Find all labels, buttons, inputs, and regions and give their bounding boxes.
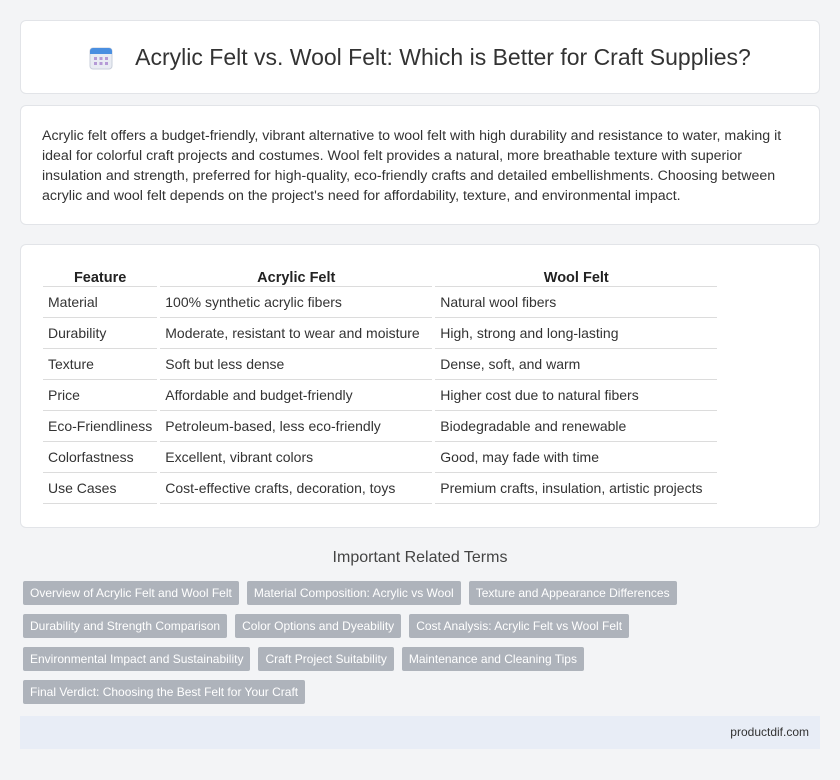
- table-row: Price Affordable and budget-friendly Hig…: [43, 380, 718, 411]
- row-feature: Colorfastness: [43, 442, 158, 473]
- related-terms-title: Important Related Terms: [332, 549, 508, 566]
- row-wool: Dense, soft, and warm: [435, 349, 718, 380]
- row-wool: Natural wool fibers: [435, 287, 718, 318]
- related-terms-list: Overview of Acrylic Felt and Wool Felt M…: [23, 581, 823, 704]
- table-row: Eco-Friendliness Petroleum-based, less e…: [43, 411, 718, 442]
- term-tag[interactable]: Material Composition: Acrylic vs Wool: [246, 581, 461, 605]
- row-feature: Use Cases: [43, 473, 158, 504]
- row-acrylic: Petroleum-based, less eco-friendly: [160, 411, 433, 442]
- row-feature: Material: [43, 287, 158, 318]
- comparison-card: Feature Acrylic Felt Wool Felt Material …: [20, 244, 820, 528]
- footer-site-link[interactable]: productdif.com: [730, 725, 809, 739]
- table-row: Material 100% synthetic acrylic fibers N…: [43, 287, 718, 318]
- term-tag[interactable]: Overview of Acrylic Felt and Wool Felt: [23, 581, 239, 605]
- row-wool: Higher cost due to natural fibers: [435, 380, 718, 411]
- intro-card: Acrylic felt offers a budget-friendly, v…: [20, 105, 820, 225]
- row-acrylic: Cost-effective crafts, decoration, toys: [160, 473, 433, 504]
- table-row: Use Cases Cost-effective crafts, decorat…: [43, 473, 718, 504]
- table-header-row: Feature Acrylic Felt Wool Felt: [43, 265, 718, 287]
- header-wool: Wool Felt: [435, 265, 718, 287]
- title-card: Acrylic Felt vs. Wool Felt: Which is Bet…: [20, 20, 820, 94]
- header-feature: Feature: [43, 265, 158, 287]
- calendar-icon: [89, 46, 113, 70]
- term-tag[interactable]: Environmental Impact and Sustainability: [23, 647, 251, 671]
- table-row: Texture Soft but less dense Dense, soft,…: [43, 349, 718, 380]
- term-tag[interactable]: Cost Analysis: Acrylic Felt vs Wool Felt: [409, 614, 630, 638]
- row-acrylic: Excellent, vibrant colors: [160, 442, 433, 473]
- row-feature: Price: [43, 380, 158, 411]
- intro-text: Acrylic felt offers a budget-friendly, v…: [42, 128, 782, 204]
- term-tag[interactable]: Craft Project Suitability: [258, 647, 394, 671]
- row-wool: High, strong and long-lasting: [435, 318, 718, 349]
- term-tag[interactable]: Texture and Appearance Differences: [468, 581, 677, 605]
- row-wool: Premium crafts, insulation, artistic pro…: [435, 473, 718, 504]
- table-row: Colorfastness Excellent, vibrant colors …: [43, 442, 718, 473]
- header-acrylic: Acrylic Felt: [160, 265, 433, 287]
- row-feature: Eco-Friendliness: [43, 411, 158, 442]
- term-tag[interactable]: Final Verdict: Choosing the Best Felt fo…: [23, 680, 306, 704]
- row-acrylic: Soft but less dense: [160, 349, 433, 380]
- row-acrylic: Moderate, resistant to wear and moisture: [160, 318, 433, 349]
- row-feature: Texture: [43, 349, 158, 380]
- row-wool: Good, may fade with time: [435, 442, 718, 473]
- row-acrylic: 100% synthetic acrylic fibers: [160, 287, 433, 318]
- term-tag[interactable]: Color Options and Dyeability: [235, 614, 402, 638]
- footer: productdif.com: [20, 716, 820, 749]
- row-wool: Biodegradable and renewable: [435, 411, 718, 442]
- row-feature: Durability: [43, 318, 158, 349]
- comparison-table: Feature Acrylic Felt Wool Felt Material …: [40, 265, 720, 504]
- page-title: Acrylic Felt vs. Wool Felt: Which is Bet…: [135, 43, 751, 70]
- table-row: Durability Moderate, resistant to wear a…: [43, 318, 718, 349]
- row-acrylic: Affordable and budget-friendly: [160, 380, 433, 411]
- term-tag[interactable]: Durability and Strength Comparison: [23, 614, 228, 638]
- term-tag[interactable]: Maintenance and Cleaning Tips: [401, 647, 584, 671]
